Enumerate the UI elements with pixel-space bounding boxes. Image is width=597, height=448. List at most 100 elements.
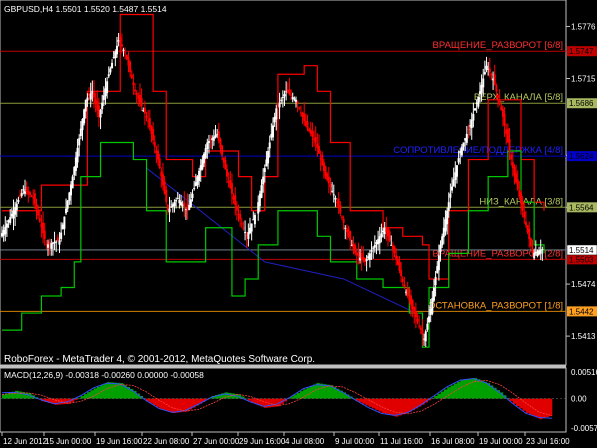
candle-body bbox=[253, 214, 256, 225]
metatrader-chart[interactable]: ВРАЩЕНИЕ_РАЗВОРОТ [6/8] ВЕРХ_КАНАЛА [5/8]… bbox=[0, 0, 597, 448]
candle-body bbox=[63, 216, 66, 229]
candle-body bbox=[311, 130, 314, 137]
candle-body bbox=[157, 150, 160, 160]
candle-body bbox=[189, 199, 192, 207]
candle-body bbox=[221, 145, 224, 156]
macd-bar bbox=[388, 398, 392, 415]
candle-body bbox=[334, 197, 337, 200]
macd-bar bbox=[172, 398, 176, 414]
macd-bar bbox=[381, 398, 386, 414]
candle-body bbox=[388, 231, 391, 241]
candle-body bbox=[99, 109, 102, 118]
candle-body bbox=[368, 253, 371, 260]
candle-body bbox=[78, 138, 81, 146]
macd-bar bbox=[168, 398, 173, 412]
broker-watermark: RoboForex - MetaTrader 4, © 2001-2012, M… bbox=[4, 354, 315, 365]
candle-body bbox=[541, 249, 544, 251]
candle-body bbox=[439, 244, 442, 253]
candle-body bbox=[523, 212, 526, 218]
macd-bar bbox=[113, 382, 117, 399]
candle-body bbox=[4, 226, 7, 235]
candle-body bbox=[493, 74, 496, 85]
macd-bar bbox=[447, 387, 451, 399]
candle-body bbox=[418, 325, 421, 327]
candle-body bbox=[332, 194, 335, 196]
candle-body bbox=[460, 146, 463, 156]
macd-bar bbox=[522, 398, 527, 411]
candle-body bbox=[329, 184, 332, 188]
candle-body bbox=[111, 62, 114, 69]
level-price-tag-text: 1.5503 bbox=[569, 255, 594, 264]
candle-body bbox=[132, 82, 135, 85]
candle-body bbox=[33, 193, 36, 204]
candle-body bbox=[490, 73, 493, 76]
candle-body bbox=[296, 101, 299, 105]
candle-body bbox=[403, 284, 406, 288]
time-tick-label: 12 Jun 2012 bbox=[3, 437, 48, 446]
candle-body bbox=[524, 221, 527, 225]
price-tick-label: 1.5715 bbox=[571, 75, 596, 84]
macd-bar bbox=[24, 392, 29, 399]
candle-body bbox=[173, 202, 176, 207]
level-price-tag-text: 1.5686 bbox=[569, 99, 594, 108]
macd-bar bbox=[437, 393, 441, 399]
candle-body bbox=[106, 81, 109, 94]
candle-body bbox=[9, 217, 12, 224]
macd-bar bbox=[460, 380, 464, 399]
candle-body bbox=[5, 223, 8, 228]
candle-body bbox=[28, 192, 31, 196]
candle-body bbox=[250, 223, 253, 232]
candle-body bbox=[428, 316, 431, 323]
candle-body bbox=[424, 331, 427, 342]
candle-body bbox=[109, 68, 112, 73]
candle-body bbox=[406, 287, 409, 297]
candle-body bbox=[288, 89, 291, 95]
macd-bar bbox=[362, 398, 366, 404]
macd-bar bbox=[538, 398, 543, 420]
candle-body bbox=[198, 170, 201, 182]
candle-body bbox=[416, 318, 419, 322]
candle-body bbox=[207, 141, 210, 143]
candle-body bbox=[280, 99, 283, 101]
candle-body bbox=[426, 323, 429, 330]
macd-bar bbox=[401, 398, 405, 415]
candle-body bbox=[148, 118, 151, 128]
candle-body bbox=[447, 202, 450, 211]
candle-body bbox=[539, 249, 542, 254]
symbol-info: GBPUSD,H4 1.5501 1.5520 1.5487 1.5514 bbox=[4, 4, 167, 14]
candle-body bbox=[119, 36, 122, 44]
candle-body bbox=[401, 278, 404, 282]
candle-body bbox=[497, 95, 500, 98]
price-tick-label: 1.5474 bbox=[571, 280, 596, 289]
time-tick-label: 11 Jul 16:00 bbox=[380, 437, 424, 446]
macd-bar bbox=[466, 379, 471, 399]
candle-body bbox=[373, 244, 376, 248]
macd-bar bbox=[296, 392, 301, 399]
candle-body bbox=[115, 45, 118, 55]
macd-bar bbox=[391, 398, 396, 416]
candle-body bbox=[120, 44, 123, 47]
candle-body bbox=[92, 91, 95, 98]
macd-tick-label: -0.00571 bbox=[571, 424, 597, 433]
candle-body bbox=[214, 135, 217, 138]
candle-body bbox=[344, 227, 347, 229]
candle-body bbox=[437, 255, 440, 271]
level-label: СОПРОТИВЛЕНИЕ/ПОДДЕРЖКА [4/8] bbox=[393, 145, 563, 156]
macd-bar bbox=[2, 394, 6, 399]
candle-body bbox=[421, 330, 424, 335]
candle-body bbox=[242, 227, 245, 229]
macd-bar bbox=[106, 382, 111, 399]
candle-body bbox=[122, 49, 125, 51]
candle-body bbox=[15, 203, 18, 211]
time-tick-label: 4 Jul 08:00 bbox=[285, 437, 325, 446]
candle-body bbox=[30, 195, 33, 197]
macd-bar bbox=[434, 396, 438, 399]
macd-bar bbox=[319, 383, 324, 399]
candle-body bbox=[20, 192, 23, 197]
candle-body bbox=[452, 179, 455, 187]
candle-body bbox=[55, 241, 58, 243]
candle-body bbox=[474, 108, 477, 111]
candle-body bbox=[477, 96, 480, 107]
candle-body bbox=[212, 136, 215, 141]
candle-body bbox=[145, 115, 148, 118]
